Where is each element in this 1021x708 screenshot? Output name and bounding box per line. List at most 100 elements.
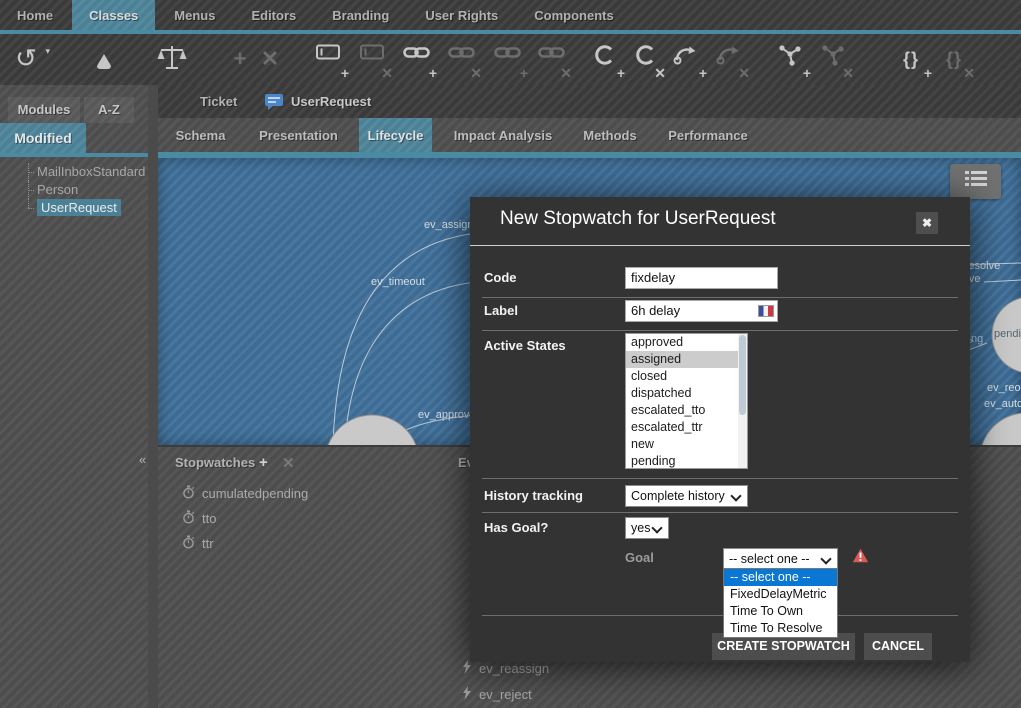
- stopwatch-item-cumulatedpending[interactable]: cumulatedpending: [182, 485, 308, 502]
- state-option-pending[interactable]: pending: [626, 453, 747, 469]
- divider: [482, 330, 958, 331]
- add-external-key-icon[interactable]: +: [489, 44, 525, 76]
- list-icon: [963, 169, 989, 194]
- tab-presentation[interactable]: Presentation: [242, 118, 355, 152]
- sidebar-filter-modified[interactable]: Modified: [0, 123, 86, 153]
- nav-tab-home[interactable]: Home: [0, 0, 70, 30]
- nav-tab-classes[interactable]: Classes: [72, 0, 155, 30]
- event-item-ev-reassign[interactable]: ev_reassign: [462, 660, 549, 677]
- state-option-assigned[interactable]: assigned: [626, 351, 747, 368]
- history-tracking-select[interactable]: Complete history: [625, 485, 748, 507]
- sidebar-item-userrequest[interactable]: UserRequest: [0, 199, 148, 217]
- scrollbar-thumb[interactable]: [739, 335, 746, 415]
- sidebar-item-label: UserRequest: [37, 199, 121, 216]
- cancel-button[interactable]: CANCEL: [864, 633, 932, 660]
- new-stopwatch-dialog: New Stopwatch for UserRequest ✖ Code fix…: [470, 197, 970, 662]
- code-label: Code: [484, 270, 517, 285]
- remove-field-icon[interactable]: ✕: [354, 44, 390, 76]
- compare-classes-icon[interactable]: [154, 44, 190, 76]
- event-label: ev_reassign: [479, 661, 549, 676]
- state-option-new[interactable]: new: [626, 436, 747, 453]
- has-goal-select[interactable]: yes: [625, 517, 669, 539]
- nav-tab-branding[interactable]: Branding: [315, 0, 406, 30]
- state-option-closed[interactable]: closed: [626, 368, 747, 385]
- code-input[interactable]: fixdelay: [625, 267, 778, 289]
- label-text: 6h delay: [631, 303, 680, 318]
- sidebar-item-person[interactable]: Person: [0, 181, 148, 199]
- diagram-label-ev-reopen: ev_reopen: [987, 382, 1021, 394]
- goal-option-fixeddelaymetric[interactable]: FixedDelayMetric: [724, 586, 837, 603]
- label-label: Label: [484, 303, 518, 318]
- goal-dropdown-list[interactable]: -- select one --FixedDelayMetricTime To …: [723, 568, 838, 638]
- delete-stopwatch-icon[interactable]: ✕: [282, 454, 295, 472]
- stopwatch-item-ttr[interactable]: ttr: [182, 535, 214, 552]
- nav-tab-menus[interactable]: Menus: [157, 0, 232, 30]
- divider: [482, 297, 958, 298]
- state-option-approved[interactable]: approved: [626, 334, 747, 351]
- panel-collapse-icon[interactable]: «: [139, 452, 146, 467]
- nav-tab-components[interactable]: Components: [517, 0, 630, 30]
- breadcrumb-class: UserRequest: [291, 85, 371, 118]
- stopwatch-item-tto[interactable]: tto: [182, 510, 216, 527]
- stopwatch-icon: [182, 485, 195, 502]
- tab-schema[interactable]: Schema: [163, 118, 238, 152]
- goal-option-time-to-resolve[interactable]: Time To Resolve: [724, 620, 837, 637]
- french-flag-icon: [758, 305, 774, 317]
- event-item-ev-reject[interactable]: ev_reject: [462, 686, 532, 703]
- diagram-menu-button[interactable]: [950, 164, 1001, 199]
- sidebar-item-mailinboxstandard[interactable]: MailInboxStandard: [0, 163, 148, 181]
- dialog-title: New Stopwatch for UserRequest: [500, 208, 776, 230]
- remove-link-icon[interactable]: ✕: [443, 44, 479, 76]
- event-label: ev_reject: [479, 687, 532, 702]
- goal-select[interactable]: -- select one --: [723, 548, 838, 570]
- sidebar-item-label: MailInboxStandard: [37, 164, 145, 179]
- stopwatch-label: cumulatedpending: [202, 486, 308, 501]
- sidebar-item-label: Person: [37, 182, 78, 197]
- stopwatches-title: Stopwatches: [175, 455, 255, 470]
- stopwatch-icon: [182, 535, 195, 552]
- add-relation-icon[interactable]: +: [772, 44, 808, 76]
- breadcrumb: Ticket UserRequest: [158, 85, 1021, 118]
- divider: [482, 615, 958, 616]
- add-field-icon[interactable]: +: [310, 44, 346, 76]
- add-method-icon[interactable]: {}+: [893, 44, 929, 76]
- delete-class-icon[interactable]: ✕: [252, 44, 288, 76]
- stopwatch-icon: [182, 510, 195, 527]
- goal-option-time-to-own[interactable]: Time To Own: [724, 603, 837, 620]
- goal-option-select-one[interactable]: -- select one --: [724, 569, 837, 586]
- class-tree: MailInboxStandard Person UserRequest: [0, 163, 148, 217]
- history-tracking-label: History tracking: [484, 488, 583, 503]
- active-states-listbox[interactable]: approvedassignedcloseddispatchedescalate…: [625, 333, 748, 469]
- nav-tab-user-rights[interactable]: User Rights: [408, 0, 515, 30]
- sidebar-tab-az[interactable]: A-Z: [84, 97, 134, 123]
- diagram-label-ev-timeout: ev_timeout: [371, 276, 425, 288]
- listbox-scrollbar[interactable]: [738, 334, 747, 468]
- add-stopwatch-icon[interactable]: +: [259, 454, 268, 471]
- remove-relation-icon[interactable]: ✕: [815, 44, 851, 76]
- undo-icon[interactable]: ↺▾: [8, 44, 44, 76]
- breadcrumb-category: Ticket: [200, 85, 237, 118]
- nav-tab-editors[interactable]: Editors: [234, 0, 313, 30]
- add-state-icon[interactable]: +: [586, 44, 622, 76]
- remove-state-icon[interactable]: ✕: [627, 44, 663, 76]
- class-chat-icon: [262, 93, 284, 116]
- remove-external-key-icon[interactable]: ✕: [533, 44, 569, 76]
- state-option-dispatched[interactable]: dispatched: [626, 385, 747, 402]
- add-transition-icon[interactable]: +: [668, 44, 704, 76]
- toolbar: ↺▾+✕+✕+✕+✕+✕+✕+✕{}+{}✕: [0, 34, 1021, 85]
- sidebar-tab-modules[interactable]: Modules: [8, 97, 80, 123]
- tab-methods[interactable]: Methods: [574, 118, 646, 152]
- state-option-escalated-tto[interactable]: escalated_tto: [626, 402, 747, 419]
- remove-method-icon[interactable]: {}✕: [936, 44, 972, 76]
- divider: [470, 245, 970, 246]
- label-input[interactable]: 6h delay: [625, 300, 778, 322]
- tab-lifecycle[interactable]: Lifecycle: [359, 118, 432, 152]
- new-class-icon[interactable]: [88, 44, 124, 76]
- remove-transition-icon[interactable]: ✕: [711, 44, 747, 76]
- close-icon[interactable]: ✖: [916, 212, 938, 234]
- lightning-icon: [462, 686, 472, 703]
- add-link-icon[interactable]: +: [398, 44, 434, 76]
- tab-impact-analysis[interactable]: Impact Analysis: [436, 118, 570, 152]
- tab-performance[interactable]: Performance: [650, 118, 766, 152]
- state-option-escalated-ttr[interactable]: escalated_ttr: [626, 419, 747, 436]
